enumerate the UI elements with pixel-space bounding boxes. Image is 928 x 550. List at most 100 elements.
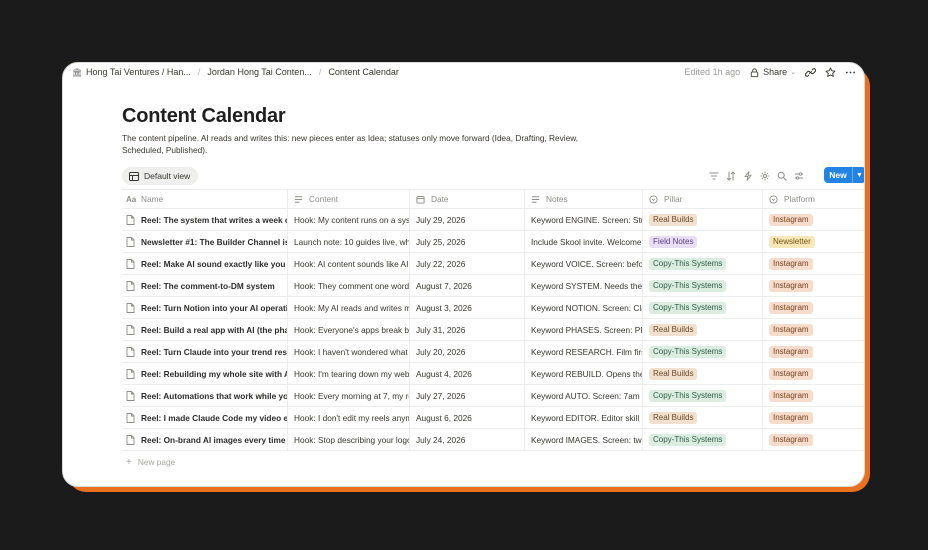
- tab-default-view[interactable]: Default view: [122, 167, 199, 185]
- search-icon[interactable]: [777, 171, 787, 181]
- column-header-content[interactable]: Content: [288, 190, 410, 208]
- cell-platform[interactable]: Newsletter: [763, 231, 864, 252]
- cell-platform[interactable]: Instagram: [763, 297, 864, 318]
- cell-notes[interactable]: Keyword NOTION. Screen: Claude: [525, 297, 643, 318]
- cell-pillar[interactable]: Copy-This Systems: [643, 341, 763, 362]
- cell-notes[interactable]: Keyword REBUILD. Opens the bu: [525, 363, 643, 384]
- chevron-down-icon[interactable]: ▼: [853, 172, 864, 179]
- cell-content[interactable]: Launch note: 10 guides live, wha: [288, 231, 410, 252]
- cell-platform[interactable]: Instagram: [763, 341, 864, 362]
- cell-date[interactable]: July 24, 2026: [410, 429, 525, 450]
- row-name[interactable]: Reel: Turn Notion into your AI operating: [141, 303, 287, 313]
- table-row[interactable]: Reel: Automations that work while you s H…: [122, 385, 864, 407]
- row-name[interactable]: Reel: The system that writes a week of m: [141, 215, 287, 225]
- link-icon[interactable]: [805, 67, 816, 78]
- cell-name[interactable]: Reel: Make AI sound exactly like you: [122, 253, 288, 274]
- row-name[interactable]: Reel: Rebuilding my whole site with AI, …: [141, 369, 287, 379]
- filter-icon[interactable]: [709, 171, 719, 181]
- cell-name[interactable]: Reel: Automations that work while you s: [122, 385, 288, 406]
- star-icon[interactable]: [825, 66, 836, 78]
- cell-content[interactable]: Hook: I don't edit my reels anym: [288, 407, 410, 428]
- column-header-date[interactable]: Date: [410, 190, 525, 208]
- table-row[interactable]: Reel: Build a real app with AI (the phas…: [122, 319, 864, 341]
- cell-pillar[interactable]: Real Builds: [643, 363, 763, 384]
- cell-date[interactable]: August 4, 2026: [410, 363, 525, 384]
- row-name[interactable]: Reel: Build a real app with AI (the phas…: [141, 325, 287, 335]
- cell-date[interactable]: July 27, 2026: [410, 385, 525, 406]
- cell-name[interactable]: Reel: The system that writes a week of m: [122, 209, 288, 230]
- cell-notes[interactable]: Include Skool invite. Welcome em: [525, 231, 643, 252]
- cell-content[interactable]: Hook: Everyone's apps break be: [288, 319, 410, 340]
- row-name[interactable]: Reel: Turn Claude into your trend resear: [141, 347, 287, 357]
- cell-name[interactable]: Reel: The comment-to-DM system: [122, 275, 288, 296]
- cell-platform[interactable]: Instagram: [763, 407, 864, 428]
- cell-pillar[interactable]: Copy-This Systems: [643, 429, 763, 450]
- cell-date[interactable]: August 7, 2026: [410, 275, 525, 296]
- cell-date[interactable]: August 6, 2026: [410, 407, 525, 428]
- cell-content[interactable]: Hook: Every morning at 7, my re: [288, 385, 410, 406]
- table-row[interactable]: Reel: The system that writes a week of m…: [122, 209, 864, 231]
- cell-platform[interactable]: Instagram: [763, 363, 864, 384]
- cell-platform[interactable]: Instagram: [763, 429, 864, 450]
- table-row[interactable]: Newsletter #1: The Builder Channel is li…: [122, 231, 864, 253]
- cell-notes[interactable]: Keyword PHASES. Screen: PROG: [525, 319, 643, 340]
- settings-sliders-icon[interactable]: [794, 171, 804, 181]
- cell-platform[interactable]: Instagram: [763, 385, 864, 406]
- ai-sparkle-icon[interactable]: [760, 171, 770, 181]
- cell-notes[interactable]: Keyword IMAGES. Screen: two ge: [525, 429, 643, 450]
- cell-date[interactable]: August 3, 2026: [410, 297, 525, 318]
- cell-pillar[interactable]: Copy-This Systems: [643, 385, 763, 406]
- cell-name[interactable]: Reel: Turn Notion into your AI operating: [122, 297, 288, 318]
- row-name[interactable]: Reel: I made Claude Code my video edit: [141, 413, 287, 423]
- cell-date[interactable]: July 20, 2026: [410, 341, 525, 362]
- column-header-platform[interactable]: Platform: [763, 190, 864, 208]
- more-options-icon[interactable]: [845, 67, 856, 78]
- cell-content[interactable]: Hook: AI content sounds like AI.: [288, 253, 410, 274]
- cell-name[interactable]: Reel: Turn Claude into your trend resear: [122, 341, 288, 362]
- table-row[interactable]: Reel: Turn Claude into your trend resear…: [122, 341, 864, 363]
- cell-platform[interactable]: Instagram: [763, 275, 864, 296]
- cell-name[interactable]: Reel: Rebuilding my whole site with AI, …: [122, 363, 288, 384]
- cell-name[interactable]: Reel: I made Claude Code my video edit: [122, 407, 288, 428]
- cell-content[interactable]: Hook: Stop describing your logo: [288, 429, 410, 450]
- cell-pillar[interactable]: Copy-This Systems: [643, 275, 763, 296]
- cell-pillar[interactable]: Copy-This Systems: [643, 253, 763, 274]
- cell-name[interactable]: Reel: Build a real app with AI (the phas…: [122, 319, 288, 340]
- cell-notes[interactable]: Keyword RESEARCH. Film first: s: [525, 341, 643, 362]
- share-button[interactable]: Share ⌄: [749, 67, 796, 78]
- table-row[interactable]: Reel: The comment-to-DM system Hook: They…: [122, 275, 864, 297]
- row-name[interactable]: Reel: Automations that work while you s: [141, 391, 287, 401]
- cell-pillar[interactable]: Real Builds: [643, 319, 763, 340]
- cell-notes[interactable]: Keyword AUTO. Screen: 7am out: [525, 385, 643, 406]
- cell-platform[interactable]: Instagram: [763, 319, 864, 340]
- cell-name[interactable]: Newsletter #1: The Builder Channel is li…: [122, 231, 288, 252]
- row-name[interactable]: Reel: Make AI sound exactly like you: [141, 259, 285, 269]
- cell-pillar[interactable]: Real Builds: [643, 407, 763, 428]
- cell-pillar[interactable]: Copy-This Systems: [643, 297, 763, 318]
- cell-date[interactable]: July 22, 2026: [410, 253, 525, 274]
- cell-name[interactable]: Reel: On-brand AI images every time: [122, 429, 288, 450]
- automation-bolt-icon[interactable]: [743, 171, 753, 181]
- cell-notes[interactable]: Keyword SYSTEM. Needs the Ma: [525, 275, 643, 296]
- cell-content[interactable]: Hook: I'm tearing down my web: [288, 363, 410, 384]
- cell-notes[interactable]: Keyword EDITOR. Editor skill is b: [525, 407, 643, 428]
- table-row[interactable]: Reel: Rebuilding my whole site with AI, …: [122, 363, 864, 385]
- column-header-pillar[interactable]: Pillar: [643, 190, 763, 208]
- table-row[interactable]: Reel: Make AI sound exactly like you Hook…: [122, 253, 864, 275]
- cell-date[interactable]: July 29, 2026: [410, 209, 525, 230]
- page-title[interactable]: Content Calendar: [122, 105, 286, 128]
- new-page-button[interactable]: + New page: [122, 451, 864, 473]
- cell-pillar[interactable]: Field Notes: [643, 231, 763, 252]
- cell-platform[interactable]: Instagram: [763, 209, 864, 230]
- cell-date[interactable]: July 25, 2026: [410, 231, 525, 252]
- cell-content[interactable]: Hook: They comment one word.: [288, 275, 410, 296]
- column-header-name[interactable]: Aa Name: [122, 190, 288, 208]
- table-row[interactable]: Reel: On-brand AI images every time Hook:…: [122, 429, 864, 451]
- cell-content[interactable]: Hook: My AI reads and writes m: [288, 297, 410, 318]
- page-description[interactable]: The content pipeline. AI reads and write…: [122, 132, 592, 156]
- cell-notes[interactable]: Keyword VOICE. Screen: before/: [525, 253, 643, 274]
- breadcrumb-item-current[interactable]: Content Calendar: [328, 67, 399, 77]
- row-name[interactable]: Reel: The comment-to-DM system: [141, 281, 275, 291]
- table-row[interactable]: Reel: I made Claude Code my video edit Ho…: [122, 407, 864, 429]
- row-name[interactable]: Newsletter #1: The Builder Channel is li…: [141, 237, 287, 247]
